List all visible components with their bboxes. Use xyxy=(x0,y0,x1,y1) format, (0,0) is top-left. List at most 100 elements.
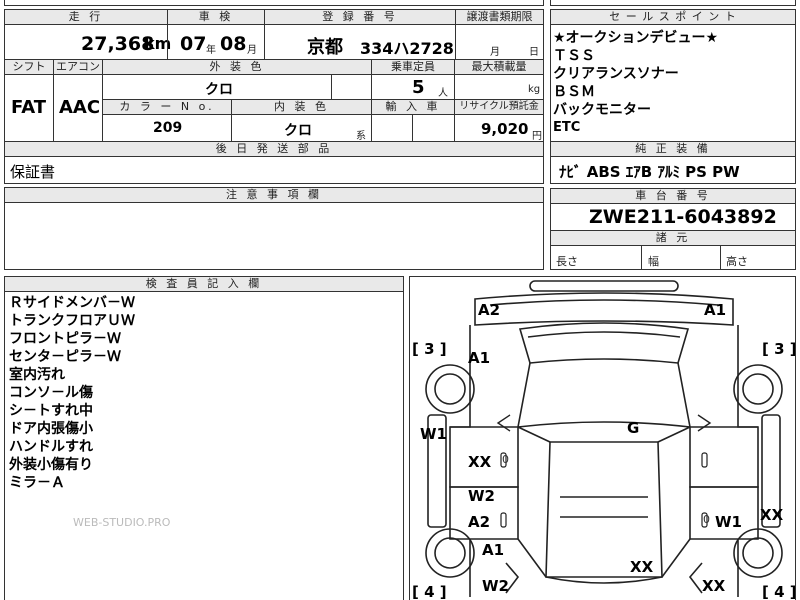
inspector-note: ドア内張傷小 xyxy=(9,421,93,437)
notes-cell xyxy=(4,202,544,270)
chassis-cell: ZWE211-6043892 xyxy=(550,203,796,231)
capacity-unit: 人 xyxy=(438,88,448,99)
sales-points-label: セ ー ル ス ポ イ ン ト xyxy=(550,9,796,25)
color-no-label: カ ラ ー N o. xyxy=(102,99,232,115)
shaken-month: 08 xyxy=(220,33,247,55)
ext-color-extra-cell xyxy=(331,74,372,100)
shaken-month-unit: 月 xyxy=(247,45,257,56)
damage-mark-bracket-right-bottom: [ 4 ] xyxy=(762,583,796,600)
sales-points-cell: ★オークションデビュー★ ＴＳＳ クリアランスソナー ＢＳＭ バックモニター E… xyxy=(550,24,796,142)
dimensions-label: 諸 元 xyxy=(550,230,796,246)
small-mark-right: 0 xyxy=(703,513,710,526)
inspector-note: ハンドルすれ xyxy=(9,439,93,455)
import-cell-a xyxy=(371,114,413,142)
int-color-label: 内 装 色 xyxy=(231,99,372,115)
registration-area: 京都 xyxy=(307,37,343,58)
capacity-cell: 5 人 xyxy=(371,74,455,100)
damage-mark-a2-front-left: A2 xyxy=(478,301,501,319)
damage-mark-w2-left: W2 xyxy=(468,487,495,505)
damage-mark-a1-left: A1 xyxy=(468,349,491,367)
sales-point-item: ★オークションデビュー★ xyxy=(553,30,719,46)
inspector-note: 室内汚れ xyxy=(9,367,65,383)
shaken-year: 07 xyxy=(180,33,207,55)
import-label: 輸 入 車 xyxy=(371,99,455,115)
shaken-label: 車 検 xyxy=(167,9,265,25)
load-unit: kg xyxy=(528,84,541,95)
mileage-cell: 27,368 km xyxy=(4,24,171,60)
ext-color-label: 外 装 色 xyxy=(102,59,372,75)
damage-mark-xx-left: XX xyxy=(468,453,492,471)
standard-equipment-cell: ﾅﾋﾞ ABS ｴｱB ｱﾙﾐ PS PW xyxy=(550,156,796,184)
inspector-note: フロントピラ－Ｗ xyxy=(9,331,121,347)
dim-length-cell: 長さ xyxy=(550,245,642,270)
ext-color-value: クロ xyxy=(205,82,233,98)
damage-mark-xx-right-edge: XX xyxy=(760,506,784,524)
inspector-note: 外装小傷有り xyxy=(9,457,93,473)
transfer-deadline-label: 譲渡書類期限 xyxy=(455,9,544,25)
transfer-deadline-cell: 月 日 xyxy=(455,24,544,60)
int-color-unit: 系 xyxy=(356,131,366,142)
damage-mark-bracket-left-bottom: [ 4 ] xyxy=(412,583,447,600)
max-load-label: 最大積載量 xyxy=(454,59,544,75)
color-no-cell: 209 xyxy=(102,114,232,142)
inspector-notes-list: Ｒサイドメンバ－Ｗ トランクフロアＵＷ フロントピラ－Ｗ センタ－ピラ－Ｗ 室内… xyxy=(9,294,135,492)
later-parts-cell: 保証書 xyxy=(4,156,544,184)
sales-point-item: クリアランスソナー xyxy=(553,66,679,82)
damage-mark-w1-right: W1 xyxy=(715,513,742,531)
later-parts-value: 保証書 xyxy=(10,163,56,181)
shift-value: FAT xyxy=(11,97,47,118)
chassis-value: ZWE211-6043892 xyxy=(589,206,777,228)
dim-width-cell: 幅 xyxy=(641,245,721,270)
ext-color-cell: クロ xyxy=(102,74,332,100)
watermark: WEB-STUDIO.PRO xyxy=(73,516,171,529)
notes-label: 注 意 事 項 欄 xyxy=(4,187,544,203)
standard-equipment-value: ﾅﾋﾞ ABS ｴｱB ｱﾙﾐ PS PW xyxy=(559,163,740,181)
sales-point-item: ＢＳＭ xyxy=(553,84,595,100)
damage-mark-a2-left-low: A2 xyxy=(468,513,491,531)
ac-label: エアコン xyxy=(53,59,103,75)
color-no-value: 209 xyxy=(153,120,183,136)
damage-mark-bracket-right-top: [ 3 ] xyxy=(762,340,796,358)
sales-point-item: ＴＳＳ xyxy=(553,48,595,64)
damage-mark-bracket-left-top: [ 3 ] xyxy=(412,340,447,358)
registration-cell: 京都 334ハ2728 xyxy=(264,24,456,60)
recycle-unit: 円 xyxy=(532,131,542,142)
mileage-label: 走 行 xyxy=(4,9,168,25)
later-parts-label: 後 日 発 送 部 品 xyxy=(4,141,544,157)
sales-point-item: バックモニター xyxy=(553,102,651,118)
recycle-cell: 9,020 円 xyxy=(454,114,544,142)
shaken-year-unit: 年 xyxy=(206,45,216,56)
capacity-value: 5 xyxy=(412,77,425,98)
damage-mark-a1-left-low: A1 xyxy=(482,541,505,559)
top-strip-right xyxy=(550,0,796,6)
dim-height-label: 高さ xyxy=(726,255,748,268)
sales-point-item: ETC xyxy=(553,120,581,135)
max-load-cell: kg xyxy=(454,74,544,100)
damage-mark-w1-left: W1 xyxy=(420,425,447,443)
inspector-note: トランクフロアＵＷ xyxy=(9,313,135,329)
dim-height-cell: 高さ xyxy=(720,245,796,270)
inspector-label: 検 査 員 記 入 欄 xyxy=(4,276,404,292)
transfer-month-unit: 月 xyxy=(490,47,500,58)
chassis-label: 車 台 番 号 xyxy=(550,188,796,204)
capacity-label: 乗車定員 xyxy=(371,59,455,75)
damage-mark-xx-rear: XX xyxy=(630,558,654,576)
recycle-label: リサイクル預託金 xyxy=(454,99,544,115)
inspector-note: コンソ－ル傷 xyxy=(9,385,93,401)
transfer-day-unit: 日 xyxy=(529,47,539,58)
damage-mark-w2-left-low: W2 xyxy=(482,577,509,595)
shift-label: シフト xyxy=(4,59,54,75)
inspector-note: ミラ－Ａ xyxy=(9,475,65,491)
import-cell-b xyxy=(412,114,455,142)
inspector-cell: Ｒサイドメンバ－Ｗ トランクフロアＵＷ フロントピラ－Ｗ センタ－ピラ－Ｗ 室内… xyxy=(4,291,404,600)
damage-mark-g: G xyxy=(627,419,640,437)
ac-value: AAC xyxy=(59,97,101,118)
small-mark-left: 0 xyxy=(502,453,509,466)
damage-mark-xx-right-low: XX xyxy=(702,577,726,595)
inspector-note: Ｒサイドメンバ－Ｗ xyxy=(9,295,135,311)
damage-diagram: A2 A1 [ 3 ] [ 3 ] A1 W1 G XX W2 A2 W1 XX… xyxy=(409,276,796,600)
registration-label: 登 録 番 号 xyxy=(264,9,456,25)
dim-width-label: 幅 xyxy=(648,255,659,268)
registration-number: 334ハ2728 xyxy=(360,39,454,58)
standard-equipment-label: 純 正 装 備 xyxy=(550,141,796,157)
